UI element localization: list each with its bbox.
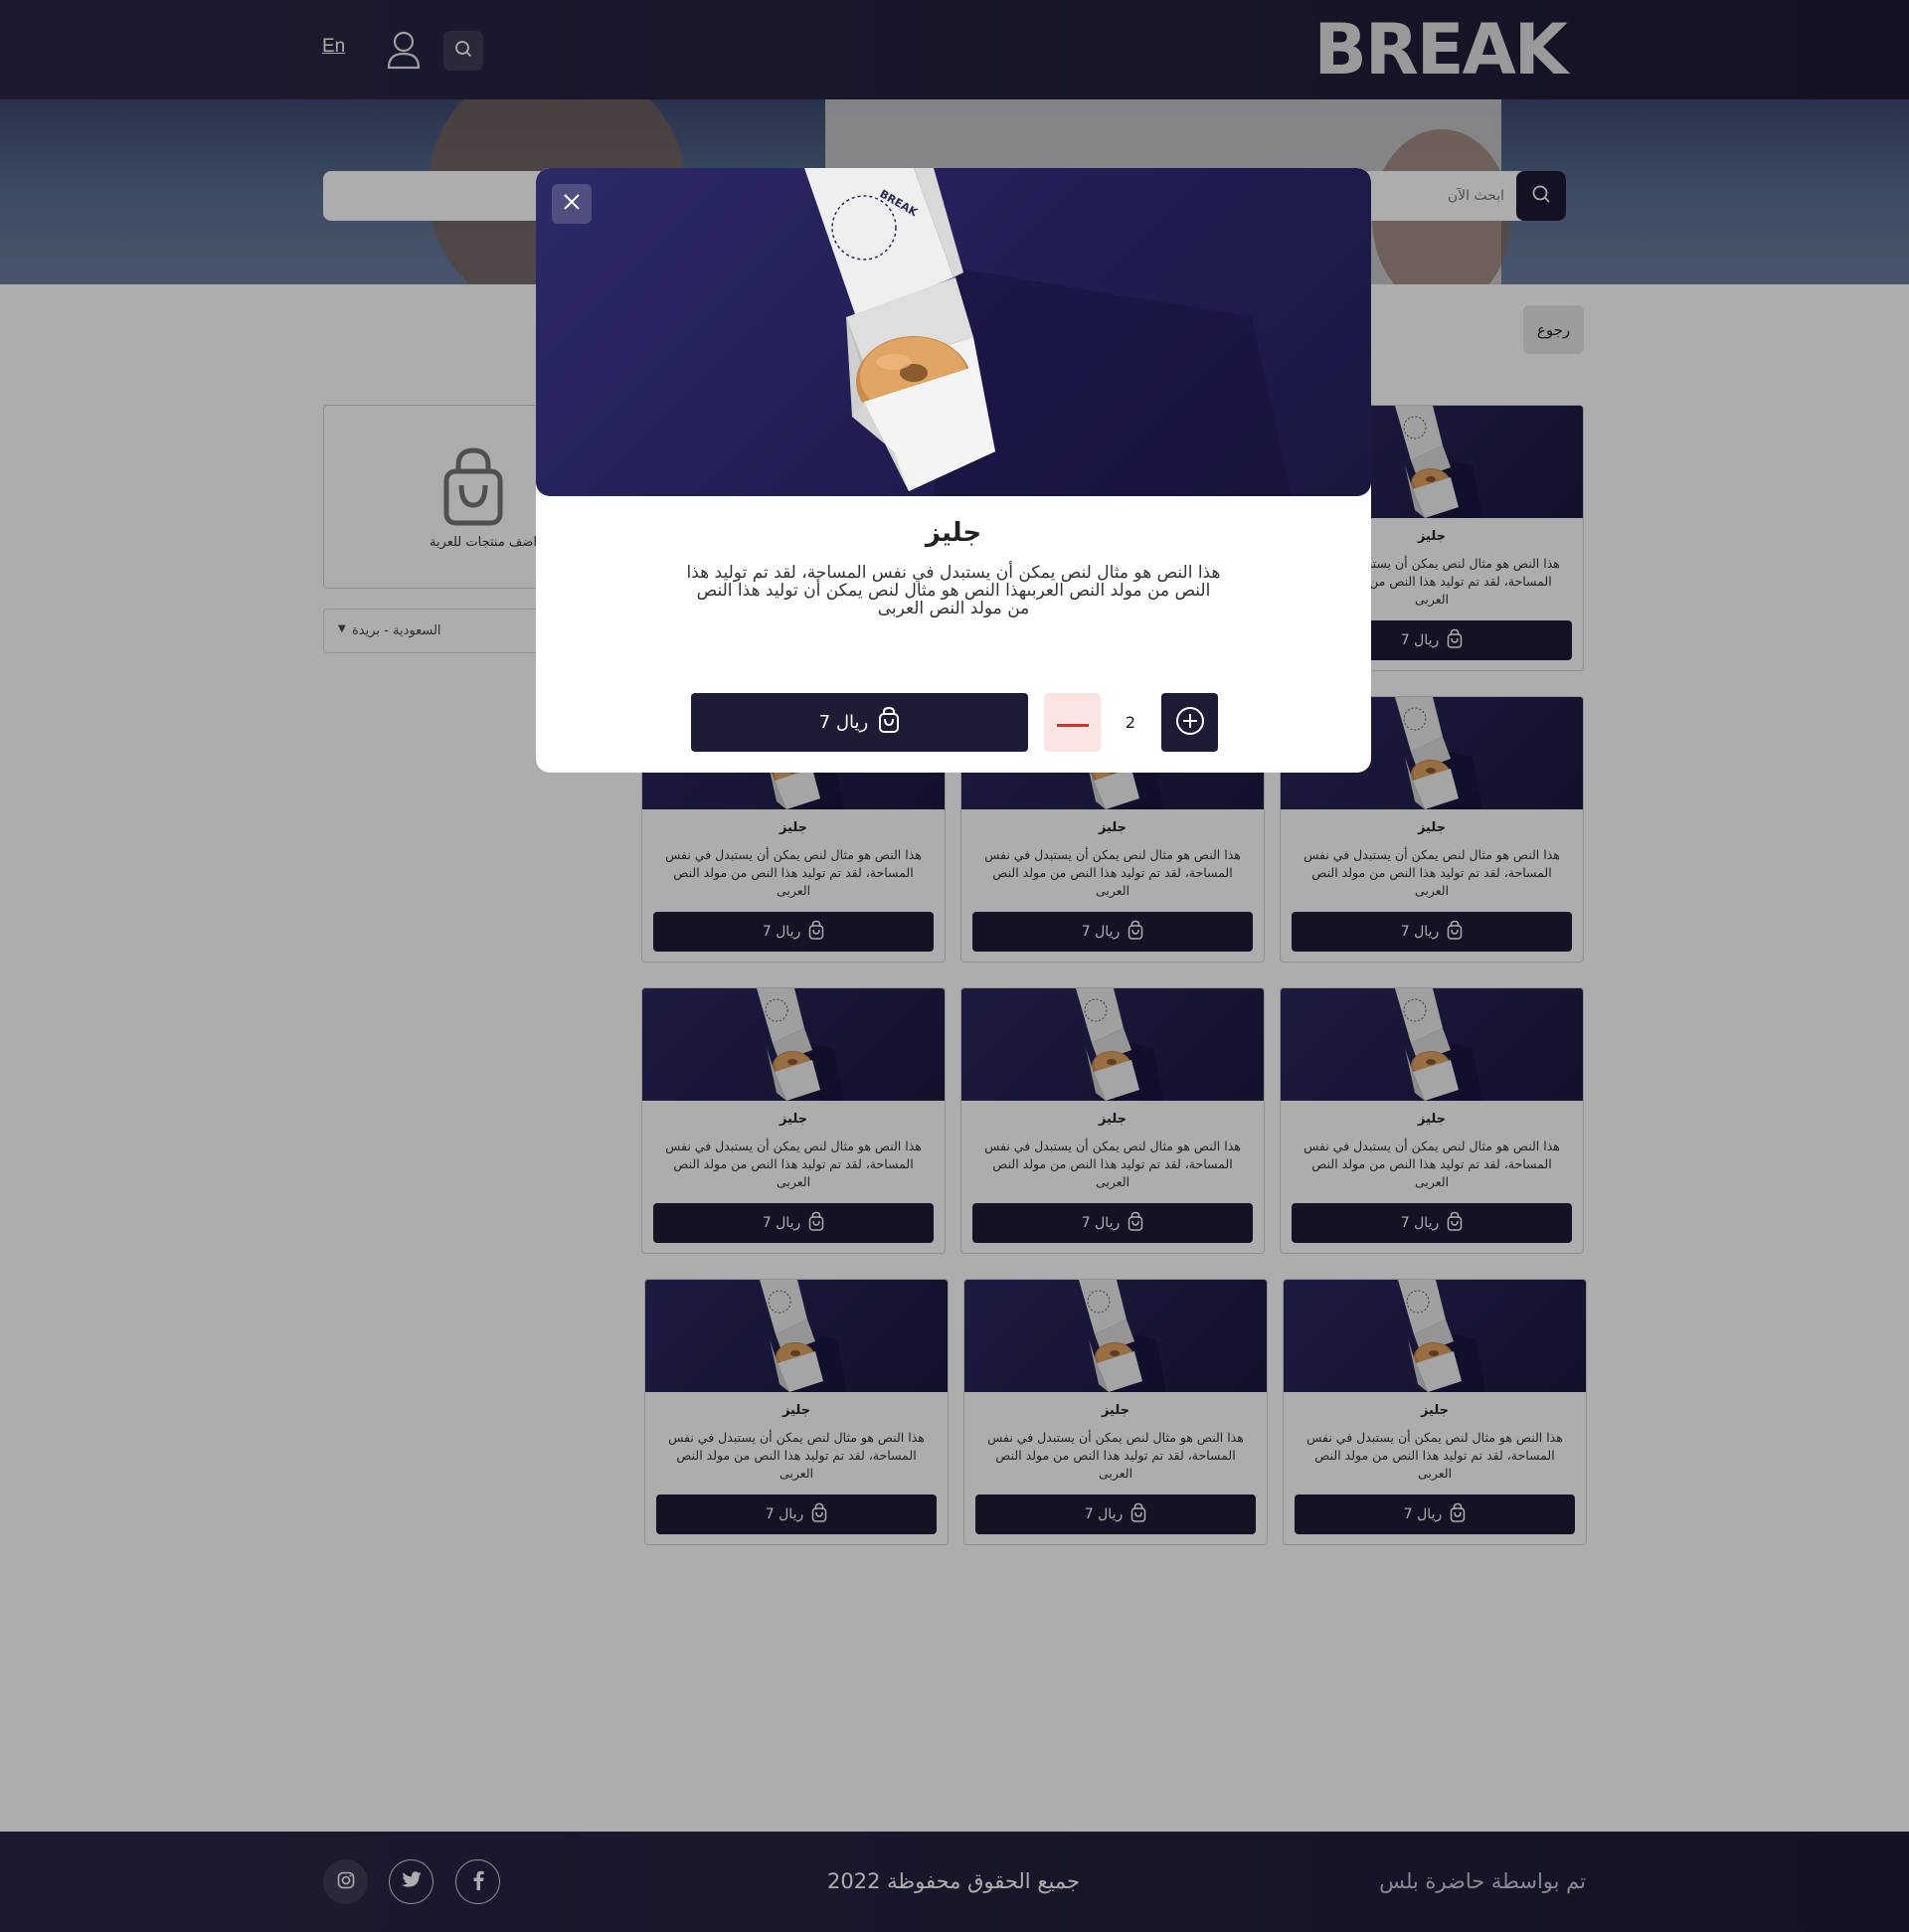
product-description: هذا النص هو مثال لنص يمكن أن يستبدل في ن… <box>686 563 1221 618</box>
product-title: جليز <box>925 518 982 548</box>
close-icon <box>563 193 581 215</box>
product-image: BREAK <box>536 168 1371 496</box>
quantity-increase-button[interactable] <box>1161 693 1218 752</box>
minus-icon <box>1056 713 1089 732</box>
quantity-value: 2 <box>1125 713 1136 732</box>
quantity-decrease-button[interactable] <box>1044 693 1101 752</box>
add-to-cart-button[interactable]: 7 ريال <box>691 693 1028 752</box>
bag-icon <box>878 706 900 739</box>
modal-close-button[interactable] <box>552 184 592 224</box>
add-to-cart-price: 7 ريال <box>818 712 869 733</box>
plus-icon <box>1175 706 1205 740</box>
product-modal: BREAK جليز هذا النص هو مثال لنص يمكن أن … <box>536 168 1371 773</box>
